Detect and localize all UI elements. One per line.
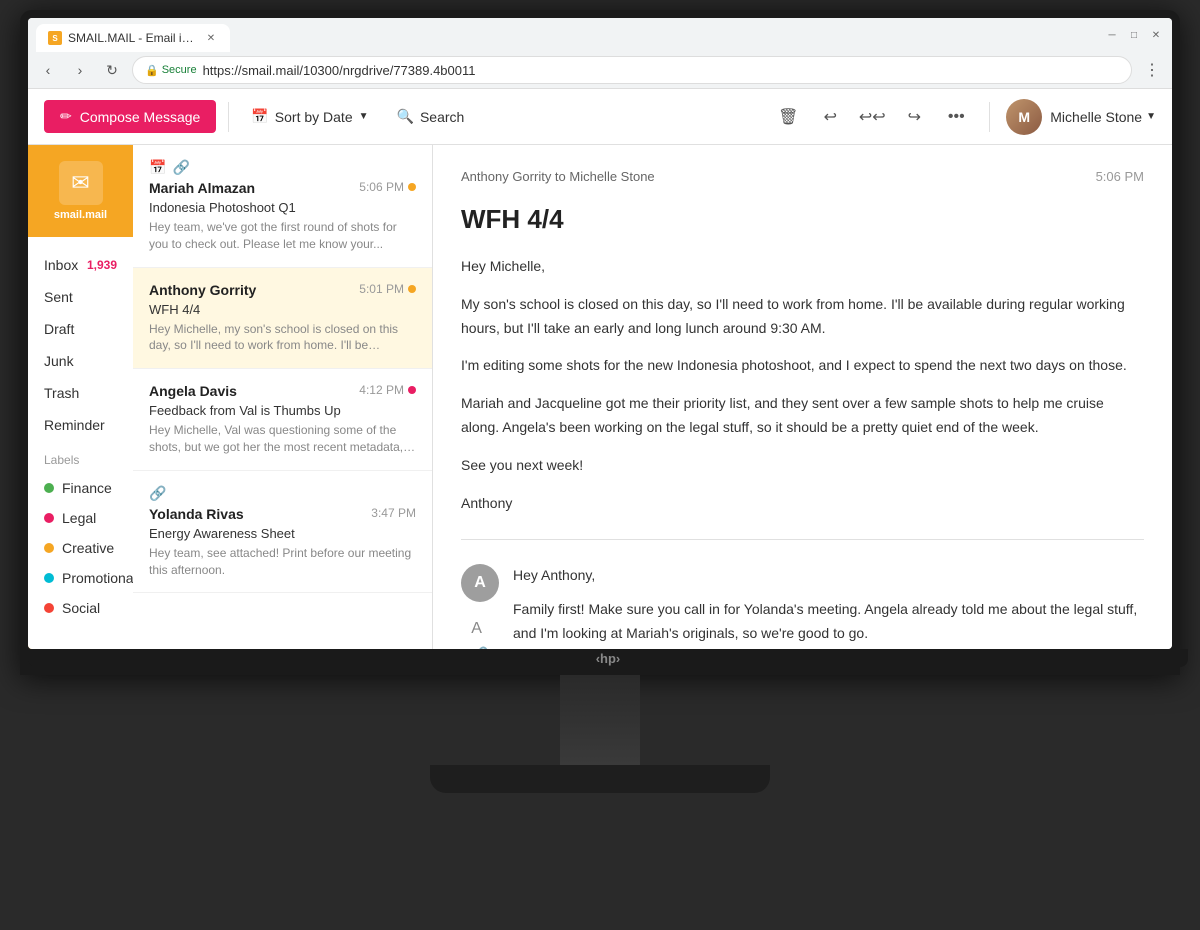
monitor-stand-neck — [560, 675, 640, 765]
user-avatar: M — [1006, 99, 1042, 135]
toolbar-divider — [228, 102, 229, 132]
search-icon: 🔍 — [397, 108, 414, 125]
email-attachments-row: 📅 🔗 — [149, 159, 416, 176]
reply-avatar: A — [461, 564, 499, 602]
more-options-button[interactable]: ••• — [939, 100, 973, 134]
browser-menu-button[interactable]: ⋮ — [1140, 58, 1164, 82]
maximize-button[interactable]: □ — [1126, 27, 1142, 43]
delete-button[interactable]: 🗑 — [771, 100, 805, 134]
email-item[interactable]: 📅 🔗 Mariah Almazan 5:06 PM Indonesia Pho… — [133, 145, 432, 268]
email-item[interactable]: Anthony Gorrity 5:01 PM WFH 4/4 Hey Mich… — [133, 268, 432, 370]
app-toolbar: ✏ Compose Message 📅 Sort by Date ▼ 🔍 Sea… — [28, 89, 1172, 145]
priority-indicator — [408, 386, 416, 394]
address-bar[interactable]: 🔒 Secure https://smail.mail/10300/nrgdri… — [132, 56, 1132, 84]
sidebar-nav: Inbox 1,939 Sent Draft Junk — [28, 237, 133, 649]
logo-icon: ✉ — [59, 161, 103, 205]
label-item-legal[interactable]: Legal — [28, 503, 133, 533]
hp-logo: ‹hp› — [596, 651, 621, 666]
sidebar: ✉ smail.mail Inbox 1,939 Sent Draft — [28, 145, 133, 649]
user-name-button[interactable]: Michelle Stone ▼ — [1050, 109, 1156, 125]
label-item-social[interactable]: Social — [28, 593, 133, 623]
monitor-bottom-bar: ‹hp› — [28, 649, 1188, 667]
creative-dot — [44, 543, 54, 553]
labels-section-header: Labels — [28, 441, 133, 473]
label-item-finance[interactable]: Finance — [28, 473, 133, 503]
compose-button[interactable]: ✏ Compose Message — [44, 100, 216, 133]
search-button[interactable]: 🔍 Search — [387, 102, 475, 131]
sort-button[interactable]: 📅 Sort by Date ▼ — [241, 102, 378, 131]
tab-title: SMAIL.MAIL - Email inbo... — [68, 31, 198, 45]
sidebar-item-sent[interactable]: Sent — [28, 281, 133, 313]
email-body: Hey Michelle, My son's school is closed … — [461, 255, 1144, 515]
link-icon: 🔗 — [172, 159, 189, 176]
sidebar-item-junk[interactable]: Junk — [28, 345, 133, 377]
sidebar-item-draft[interactable]: Draft — [28, 313, 133, 345]
social-dot — [44, 603, 54, 613]
sidebar-item-reminder[interactable]: Reminder — [28, 409, 133, 441]
url-text: https://smail.mail/10300/nrgdrive/77389.… — [203, 63, 476, 78]
email-attachments-row: 🔗 — [149, 485, 416, 502]
minimize-button[interactable]: ─ — [1104, 27, 1120, 43]
priority-indicator — [408, 183, 416, 191]
thread-divider — [461, 539, 1144, 540]
calendar-icon: 📅 — [251, 108, 268, 125]
user-dropdown-icon: ▼ — [1146, 111, 1156, 122]
promotional-dot — [44, 573, 54, 583]
label-item-creative[interactable]: Creative — [28, 533, 133, 563]
back-button[interactable]: ‹ — [36, 58, 60, 82]
email-detail-panel: Anthony Gorrity to Michelle Stone 5:06 P… — [433, 145, 1172, 649]
email-reply-block: A A 🔗 Hey Anthony, Family first! Make su… — [461, 564, 1144, 649]
reload-button[interactable]: ↻ — [100, 58, 124, 82]
monitor-stand-base — [430, 765, 770, 793]
legal-dot — [44, 513, 54, 523]
reply-action-icons: A 🔗 — [471, 620, 488, 649]
tab-favicon: S — [48, 31, 62, 45]
sidebar-logo: ✉ smail.mail — [28, 145, 133, 237]
calendar-icon: 📅 — [149, 159, 166, 176]
finance-dot — [44, 483, 54, 493]
secure-badge: 🔒 Secure — [145, 64, 197, 77]
tab-close-button[interactable]: ✕ — [204, 31, 218, 45]
forward-button[interactable]: › — [68, 58, 92, 82]
link-icon: 🔗 — [149, 485, 166, 502]
label-item-promotional[interactable]: Promotional — [28, 563, 133, 593]
reply-content: Hey Anthony, Family first! Make sure you… — [513, 564, 1144, 649]
sort-dropdown-icon: ▼ — [359, 111, 369, 122]
email-list: 📅 🔗 Mariah Almazan 5:06 PM Indonesia Pho… — [133, 145, 433, 649]
forward-email-button[interactable]: ↪ — [897, 100, 931, 134]
email-item[interactable]: 🔗 Yolanda Rivas 3:47 PM Energy Awareness… — [133, 471, 432, 594]
compose-icon: ✏ — [60, 108, 72, 125]
sidebar-item-inbox[interactable]: Inbox 1,939 — [28, 249, 133, 281]
close-button[interactable]: ✕ — [1148, 27, 1164, 43]
browser-tab[interactable]: S SMAIL.MAIL - Email inbo... ✕ — [36, 24, 230, 52]
reply-button[interactable]: ↩ — [813, 100, 847, 134]
reply-all-button[interactable]: ↩↩ — [855, 100, 889, 134]
sidebar-item-trash[interactable]: Trash — [28, 377, 133, 409]
email-item[interactable]: Angela Davis 4:12 PM Feedback from Val i… — [133, 369, 432, 471]
font-icon: A — [471, 620, 488, 638]
priority-indicator — [408, 285, 416, 293]
attachment-icon: 🔗 — [471, 646, 488, 649]
